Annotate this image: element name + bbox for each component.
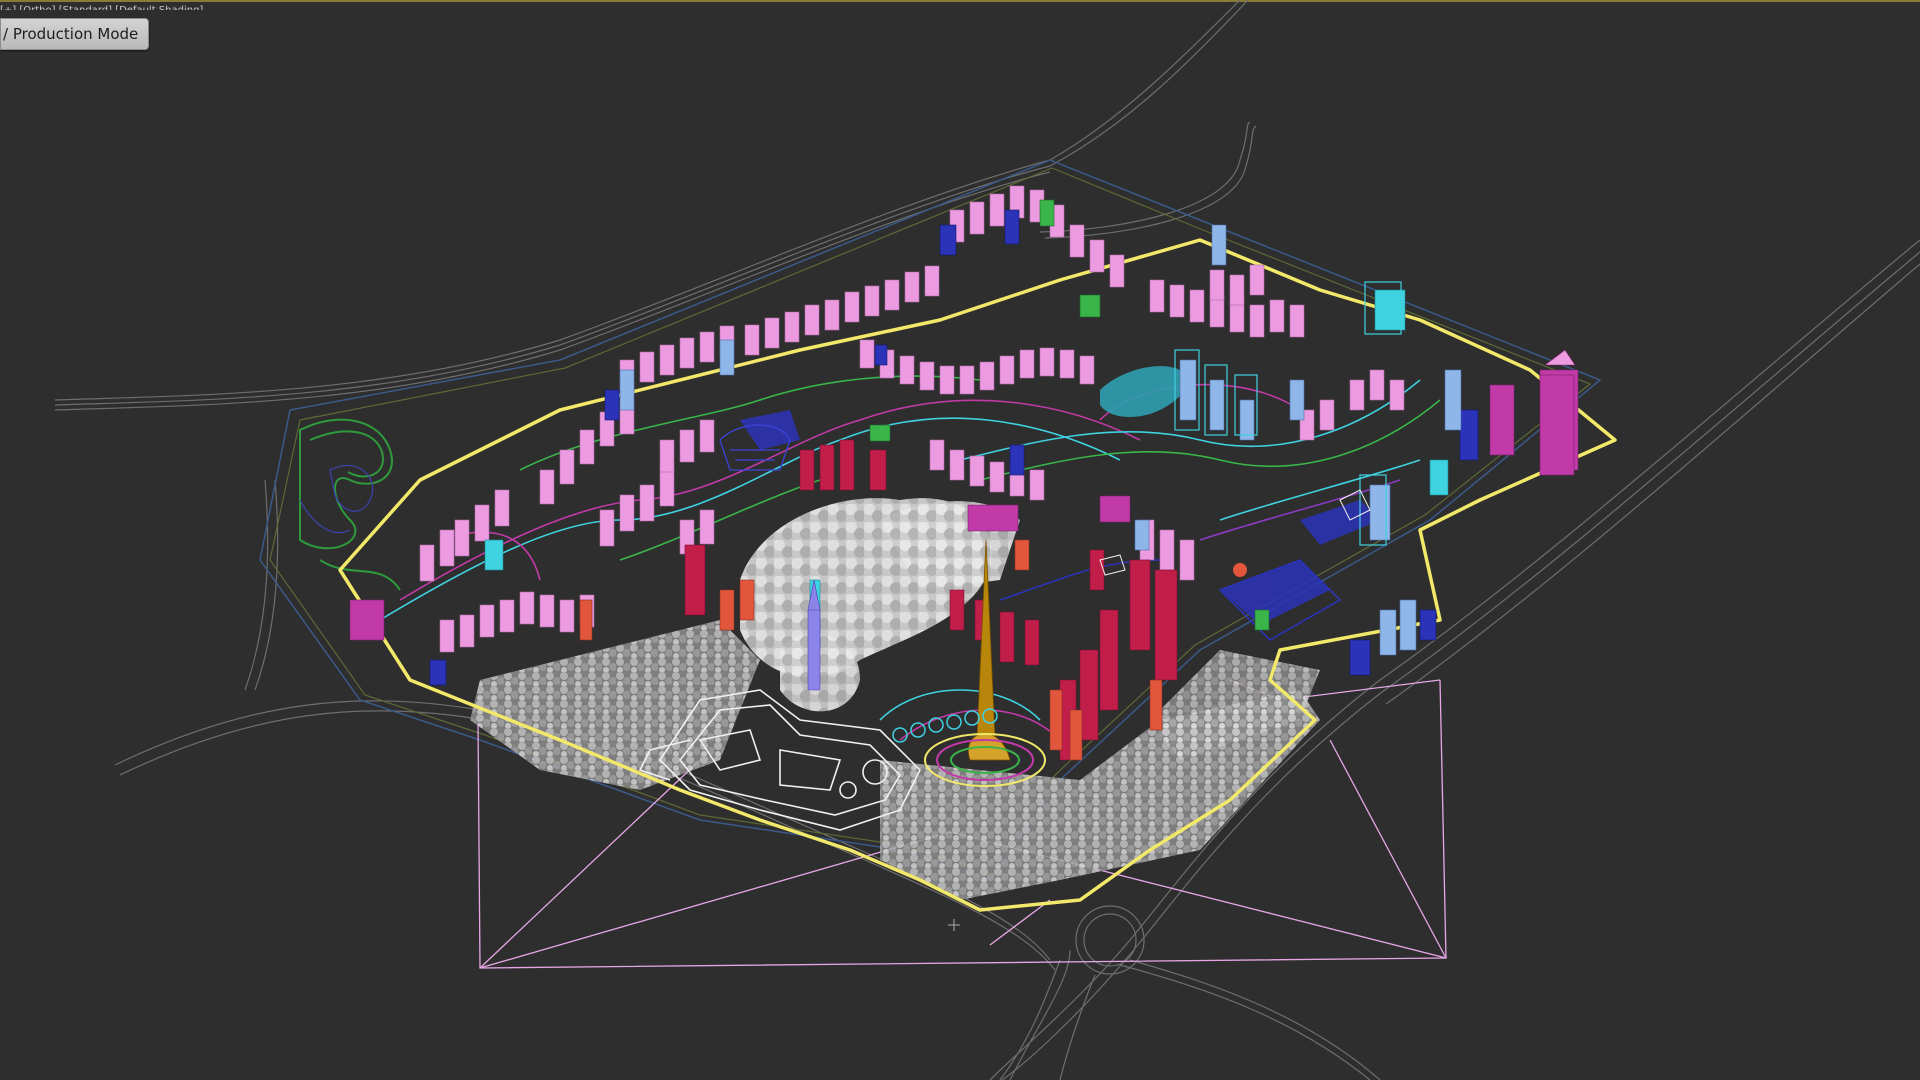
scene-wireframe[interactable] — [0, 0, 1920, 1080]
perspective-viewport[interactable]: [+] [Ortho] [Standard] [Default Shading]… — [0, 0, 1920, 1080]
orange-marker — [1233, 563, 1247, 577]
lagoon-area — [299, 418, 401, 591]
wire-towers — [1174, 281, 1402, 546]
lattice-tower — [1539, 349, 1576, 476]
camera-target-icon — [948, 919, 960, 931]
